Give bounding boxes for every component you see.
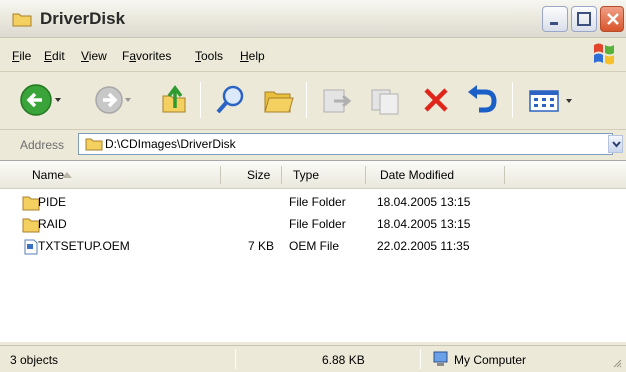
column-divider[interactable] bbox=[281, 166, 282, 184]
column-header: Name Size Type Date Modified bbox=[0, 161, 626, 189]
column-size[interactable]: Size bbox=[247, 168, 270, 182]
column-type[interactable]: Type bbox=[293, 168, 319, 182]
menu-view[interactable]: View bbox=[81, 49, 107, 63]
minimize-button[interactable] bbox=[542, 6, 568, 32]
column-date-modified[interactable]: Date Modified bbox=[380, 168, 454, 182]
file-date: 18.04.2005 13:15 bbox=[377, 195, 471, 209]
my-computer-icon bbox=[433, 351, 448, 366]
table-row[interactable]: PIDE File Folder 18.04.2005 13:15 bbox=[0, 192, 626, 214]
column-divider[interactable] bbox=[365, 166, 366, 184]
file-date: 22.02.2005 11:35 bbox=[377, 239, 470, 253]
menu-tools[interactable]: Tools bbox=[195, 49, 223, 63]
address-input[interactable]: D:\CDImages\DriverDisk bbox=[78, 133, 613, 155]
menu-bar: File Edit View Favorites Tools Help bbox=[0, 38, 626, 72]
sort-ascending-icon bbox=[62, 172, 72, 178]
status-object-count: 3 objects bbox=[10, 353, 59, 367]
status-location: My Computer bbox=[454, 353, 527, 367]
menu-help[interactable]: Help bbox=[240, 49, 265, 63]
close-icon bbox=[607, 13, 619, 25]
status-bar: 3 objects 6.88 KB My Computer bbox=[0, 345, 626, 372]
delete-button[interactable] bbox=[420, 82, 452, 118]
search-button[interactable] bbox=[213, 82, 247, 118]
address-value: D:\CDImages\DriverDisk bbox=[105, 137, 236, 151]
file-size: 7 KB bbox=[247, 239, 274, 253]
address-label: Address bbox=[20, 138, 65, 152]
windows-logo-icon bbox=[594, 43, 614, 65]
table-row[interactable]: RAID File Folder 18.04.2005 13:15 bbox=[0, 214, 626, 236]
window-title: DriverDisk bbox=[40, 9, 126, 28]
file-date: 18.04.2005 13:15 bbox=[377, 217, 471, 231]
undo-button[interactable] bbox=[465, 82, 499, 118]
file-name: PIDE bbox=[38, 195, 67, 209]
file-name: RAID bbox=[38, 217, 67, 231]
forward-button[interactable] bbox=[92, 82, 132, 118]
folder-icon bbox=[85, 138, 103, 151]
explorer-window: DriverDisk File Edit View Favorites Tool… bbox=[0, 0, 626, 372]
close-button[interactable] bbox=[600, 6, 624, 32]
file-type: File Folder bbox=[289, 217, 346, 231]
maximize-button[interactable] bbox=[571, 6, 597, 32]
copy-to-button[interactable] bbox=[368, 82, 402, 118]
menu-favorites[interactable]: Favorites bbox=[122, 49, 171, 63]
chevron-down-icon bbox=[612, 141, 621, 148]
toolbar-separator bbox=[200, 82, 201, 118]
move-to-button[interactable] bbox=[320, 82, 354, 118]
status-divider bbox=[235, 349, 236, 369]
menu-edit[interactable]: Edit bbox=[44, 49, 65, 63]
column-name[interactable]: Name bbox=[32, 168, 64, 182]
status-divider bbox=[420, 349, 421, 369]
resize-grip-icon[interactable] bbox=[612, 358, 622, 368]
menu-file[interactable]: File bbox=[12, 49, 31, 63]
column-divider[interactable] bbox=[504, 166, 505, 184]
column-divider[interactable] bbox=[220, 166, 221, 184]
address-dropdown-button[interactable] bbox=[608, 135, 623, 153]
file-type: OEM File bbox=[289, 239, 340, 253]
back-button[interactable] bbox=[18, 82, 62, 118]
views-button[interactable] bbox=[528, 82, 576, 118]
title-bar[interactable]: DriverDisk bbox=[0, 0, 626, 38]
status-size: 6.88 KB bbox=[322, 353, 365, 367]
folders-button[interactable] bbox=[262, 82, 296, 118]
minimize-icon bbox=[550, 22, 558, 25]
folder-icon bbox=[12, 13, 32, 27]
maximize-icon bbox=[577, 12, 591, 26]
toolbar-separator bbox=[306, 82, 307, 118]
toolbar-separator bbox=[512, 82, 513, 118]
file-name: TXTSETUP.OEM bbox=[38, 239, 130, 253]
table-row[interactable]: TXTSETUP.OEM 7 KB OEM File 22.02.2005 11… bbox=[0, 236, 626, 258]
up-folder-button[interactable] bbox=[160, 82, 190, 118]
file-list[interactable]: Name Size Type Date Modified PIDE File F… bbox=[0, 160, 626, 342]
file-type: File Folder bbox=[289, 195, 346, 209]
